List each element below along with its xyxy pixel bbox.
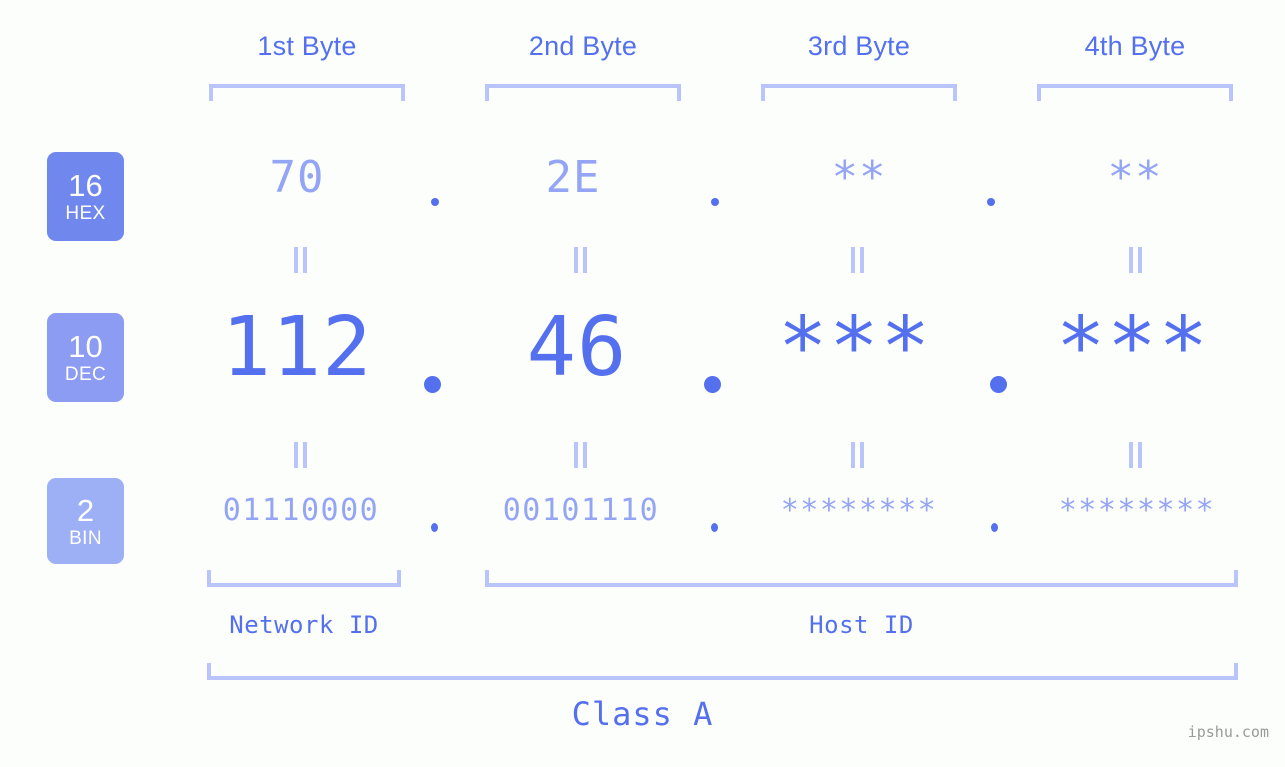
ip-address-breakdown-diagram: 1st Byte 2nd Byte 3rd Byte 4th Byte 16 H… [0, 0, 1285, 767]
equals-icon-hex-dec-2 [574, 247, 588, 273]
bin-value-byte-2: 00101110 [502, 493, 660, 528]
base-badge-hex: 16 HEX [47, 152, 124, 241]
bin-value-byte-3: ******** [780, 493, 938, 528]
dec-value-byte-2: 46 [526, 300, 628, 395]
base-badge-bin-system: BIN [69, 527, 102, 549]
hex-value-byte-1: 70 [269, 152, 325, 203]
dec-value-byte-4: *** [1055, 300, 1211, 395]
equals-icon-dec-bin-1 [294, 442, 308, 468]
base-badge-hex-number: 16 [68, 168, 103, 203]
hex-value-byte-3: ** [831, 152, 887, 203]
dec-separator-dot-3 [990, 376, 1007, 393]
host-id-bracket [485, 570, 1238, 587]
host-id-label: Host ID [809, 611, 914, 639]
equals-icon-hex-dec-1 [294, 247, 308, 273]
byte-header-2: 2nd Byte [528, 31, 638, 61]
dec-separator-dot-1 [424, 376, 441, 393]
byte-bracket-1 [209, 84, 405, 101]
dec-separator-dot-2 [704, 376, 721, 393]
network-id-bracket [207, 570, 401, 587]
hex-separator-dot-2 [711, 198, 719, 206]
base-badge-dec: 10 DEC [47, 313, 124, 402]
watermark: ipshu.com [1187, 723, 1269, 741]
equals-icon-dec-bin-4 [1129, 442, 1143, 468]
class-bracket [207, 663, 1238, 680]
class-label: Class A [571, 695, 714, 733]
byte-bracket-2 [485, 84, 681, 101]
hex-separator-dot-1 [431, 198, 439, 206]
dec-value-byte-1: 112 [221, 300, 373, 395]
byte-header-1: 1st Byte [257, 31, 357, 61]
network-id-label: Network ID [229, 611, 379, 639]
byte-bracket-3 [761, 84, 957, 101]
base-badge-dec-number: 10 [68, 329, 103, 364]
bin-value-byte-1: 01110000 [222, 493, 380, 528]
equals-icon-hex-dec-4 [1129, 247, 1143, 273]
base-badge-bin-number: 2 [76, 492, 95, 528]
base-badge-bin: 2 BIN [47, 478, 124, 564]
equals-icon-dec-bin-2 [574, 442, 588, 468]
equals-icon-hex-dec-3 [851, 247, 865, 273]
dec-value-byte-3: *** [777, 300, 933, 395]
base-badge-dec-system: DEC [64, 364, 107, 385]
byte-header-4: 4th Byte [1084, 31, 1186, 61]
equals-icon-dec-bin-3 [851, 442, 865, 468]
bin-separator-dot-2 [711, 523, 718, 532]
byte-bracket-4 [1037, 84, 1233, 101]
hex-value-byte-2: 2E [545, 152, 601, 203]
bin-value-byte-4: ******** [1058, 493, 1216, 528]
byte-header-3: 3rd Byte [807, 31, 911, 61]
bin-separator-dot-3 [991, 523, 998, 532]
hex-value-byte-4: ** [1107, 152, 1163, 203]
base-badge-hex-system: HEX [65, 203, 106, 224]
hex-separator-dot-3 [987, 198, 995, 206]
bin-separator-dot-1 [431, 523, 438, 532]
